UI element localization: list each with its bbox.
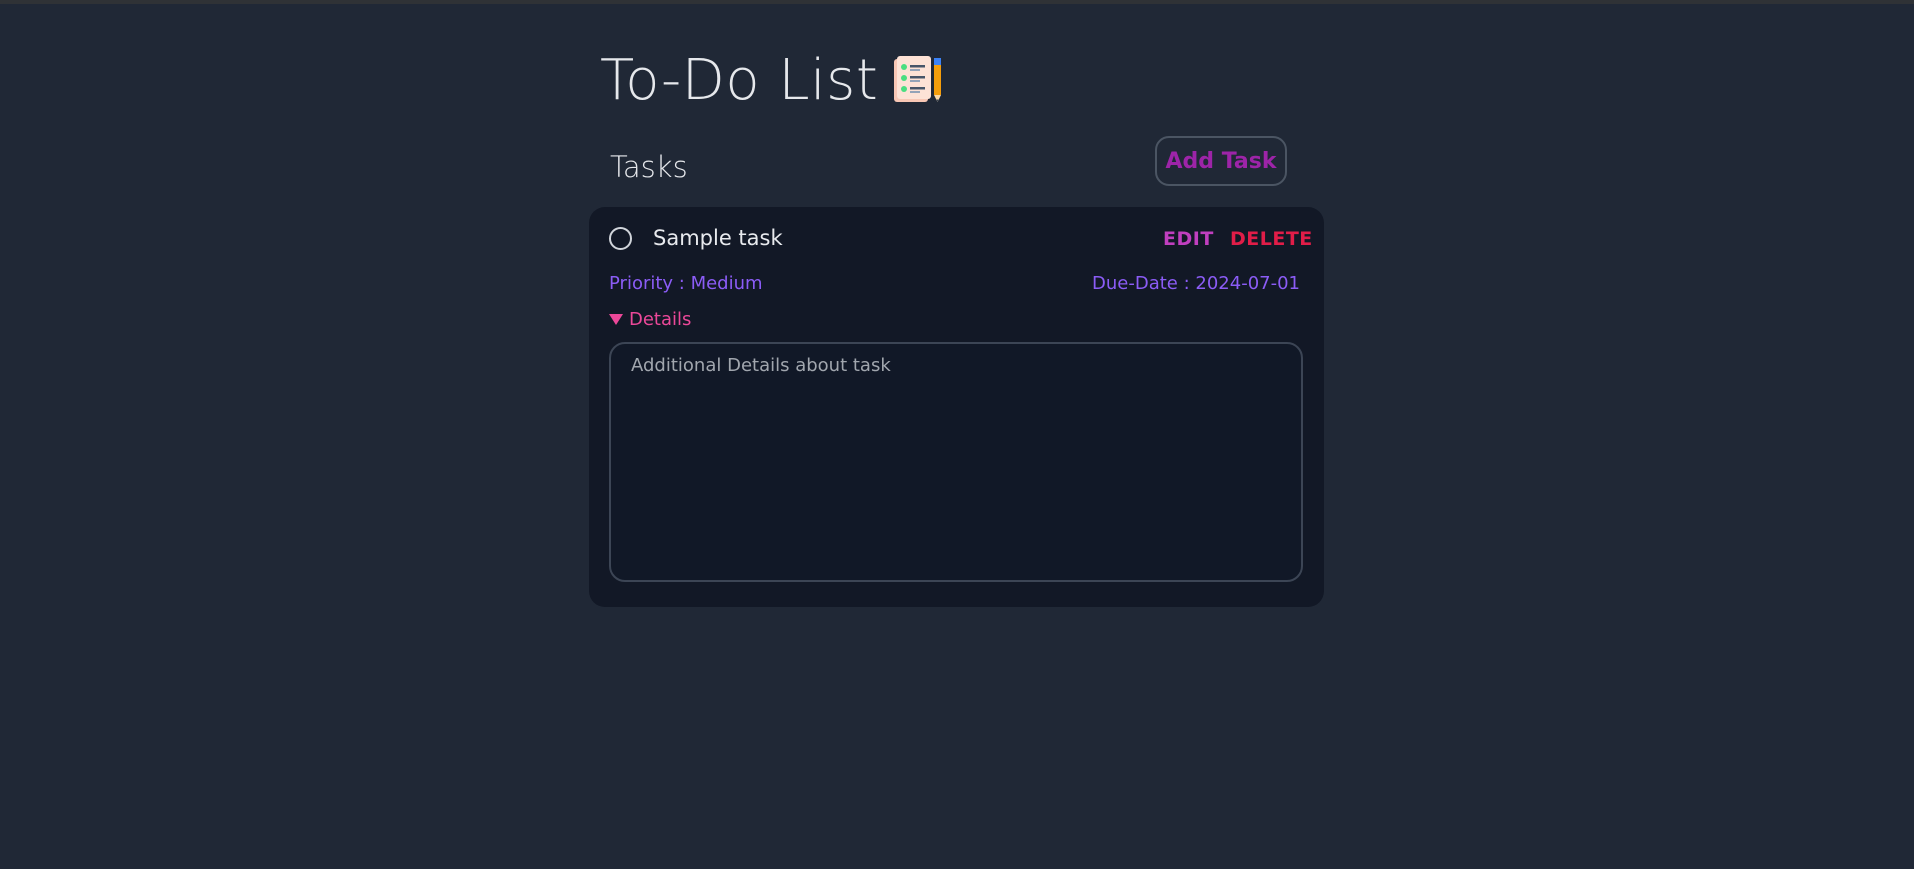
add-task-button[interactable]: Add Task <box>1155 136 1287 186</box>
task-details-textarea[interactable] <box>609 342 1303 582</box>
details-toggle[interactable]: Details <box>609 309 691 330</box>
tasks-section-title: Tasks <box>610 150 688 184</box>
details-label: Details <box>629 309 692 330</box>
page-title: To-Do List <box>600 47 879 113</box>
todo-app: To-Do List Tasks Add Task Sample task ED… <box>589 40 1324 607</box>
page-header: To-Do List <box>600 40 1324 120</box>
task-due-date: Due-Date : 2024-07-01 <box>1092 273 1300 294</box>
task-name: Sample task <box>653 226 783 250</box>
delete-button[interactable]: DELETE <box>1230 228 1313 250</box>
window-top-strip <box>0 0 1914 4</box>
tasks-header: Tasks Add Task <box>589 136 1324 208</box>
task-priority: Priority : Medium <box>609 273 763 294</box>
triangle-down-icon <box>609 314 623 325</box>
task-complete-checkbox[interactable] <box>609 227 632 250</box>
clipboard-checklist-pencil-icon <box>894 56 942 102</box>
task-card: Sample task EDIT DELETE Priority : Mediu… <box>589 207 1324 607</box>
edit-button[interactable]: EDIT <box>1163 228 1214 250</box>
